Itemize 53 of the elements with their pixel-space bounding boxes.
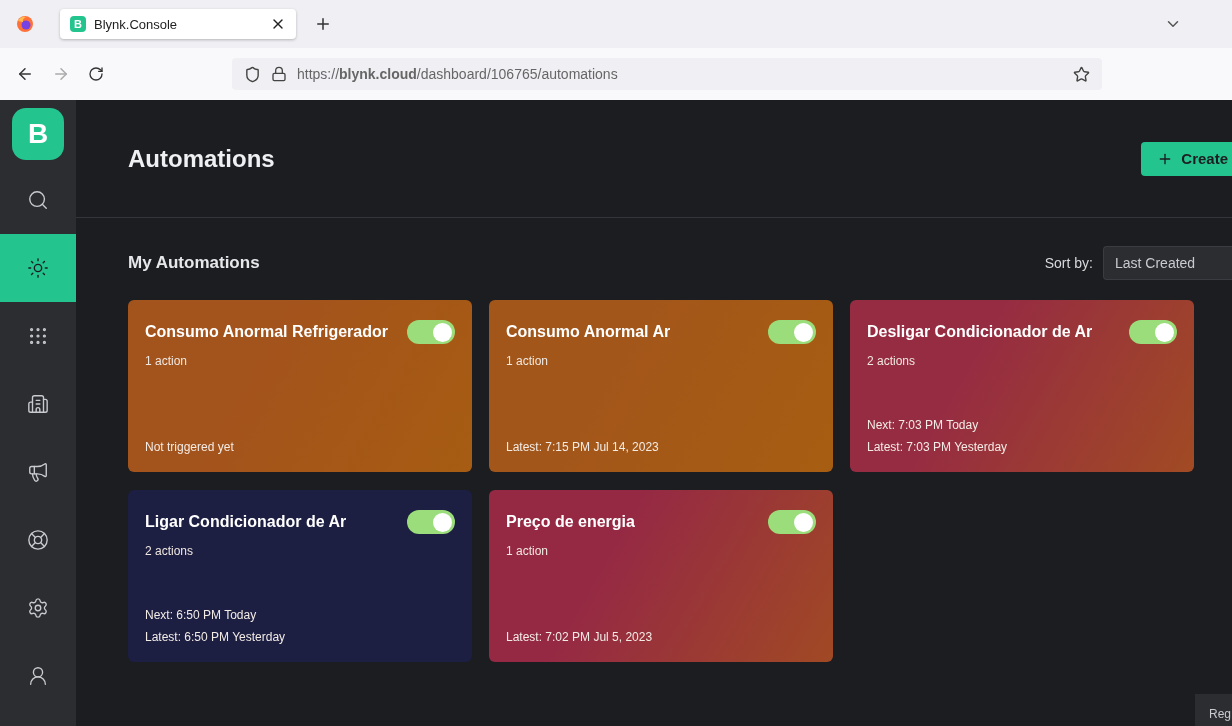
page-title: Automations	[128, 144, 275, 173]
action-count: 1 action	[506, 354, 550, 368]
automation-card[interactable]: Consumo Anormal Refrigerador 1 action Not triggered yet	[128, 300, 472, 472]
megaphone-icon	[27, 461, 49, 483]
browser-tab[interactable]: B Blynk.Console	[60, 9, 296, 39]
new-tab-icon[interactable]	[314, 15, 332, 33]
trigger-time: Latest: 7:15 PM Jul 14, 2023	[506, 440, 660, 454]
lock-icon[interactable]	[271, 66, 287, 82]
trigger-time: Latest: 6:50 PM Yesterday	[145, 630, 287, 644]
automation-card[interactable]: Consumo Anormal Ar 1 action Latest: 7:15 PM Jul 14, 2023	[489, 300, 833, 472]
action-count: 2 actions	[867, 354, 917, 368]
grid-icon	[27, 325, 49, 347]
card-title: Consumo Anormal Ar	[506, 323, 671, 341]
tab-title: Blynk.Console	[94, 16, 179, 32]
building-icon	[27, 393, 49, 415]
back-icon[interactable]	[16, 65, 34, 83]
favicon: B	[70, 16, 86, 32]
card-title: Preço de energia	[506, 513, 635, 531]
settings-icon	[27, 597, 49, 619]
section-title: My Automations	[128, 253, 260, 273]
toggle-switch[interactable]	[1129, 320, 1177, 344]
automation-card[interactable]: Ligar Condicionador de Ar 2 actions Next: 6:50 PM Today Latest: 6:50 PM Yesterday	[128, 490, 472, 662]
toggle-switch[interactable]	[407, 510, 455, 534]
card-title: Consumo Anormal Refrigerador	[145, 323, 388, 341]
sort-select[interactable]: Last Created	[1103, 246, 1232, 280]
sort-label: Sort by:	[1044, 255, 1093, 271]
shield-icon[interactable]	[244, 65, 261, 83]
card-title: Ligar Condicionador de Ar	[145, 513, 347, 531]
browser-logo-icon[interactable]	[16, 15, 34, 33]
trigger-time: Latest: 7:02 PM Jul 5, 2023	[506, 630, 654, 644]
action-count: 1 action	[145, 354, 189, 368]
address-bar[interactable]: https://blynk.cloud/dashboard/106765/automations	[232, 58, 1102, 90]
action-count: 1 action	[506, 544, 550, 558]
trigger-time: Next: 6:50 PM Today	[145, 608, 258, 622]
bookmark-star-icon[interactable]	[1073, 65, 1090, 83]
automation-card[interactable]: Preço de energia 1 action Latest: 7:02 PM Jul 5, 2023	[489, 490, 833, 662]
action-count: 2 actions	[145, 544, 195, 558]
automation-card[interactable]: Desligar Condicionador de Ar 2 actions Next: 7:03 PM Today Latest: 7:03 PM Yesterday	[850, 300, 1194, 472]
toggle-switch[interactable]	[407, 320, 455, 344]
toggle-switch[interactable]	[768, 320, 816, 344]
reload-icon[interactable]	[88, 66, 104, 82]
url-text: https://blynk.cloud/dashboard/106765/automations	[297, 66, 619, 82]
corner-button[interactable]: Reg	[1195, 694, 1232, 726]
trigger-time: Latest: 7:03 PM Yesterday	[867, 440, 1009, 454]
trigger-time: Next: 7:03 PM Today	[867, 418, 980, 432]
card-title: Desligar Condicionador de Ar	[867, 323, 1093, 341]
lifebuoy-icon	[27, 529, 49, 551]
toggle-switch[interactable]	[768, 510, 816, 534]
search-icon	[27, 189, 49, 211]
trigger-time: Not triggered yet	[145, 440, 235, 454]
user-icon	[27, 665, 49, 687]
sun-icon	[27, 257, 49, 279]
create-button[interactable]: Create	[1141, 141, 1232, 176]
